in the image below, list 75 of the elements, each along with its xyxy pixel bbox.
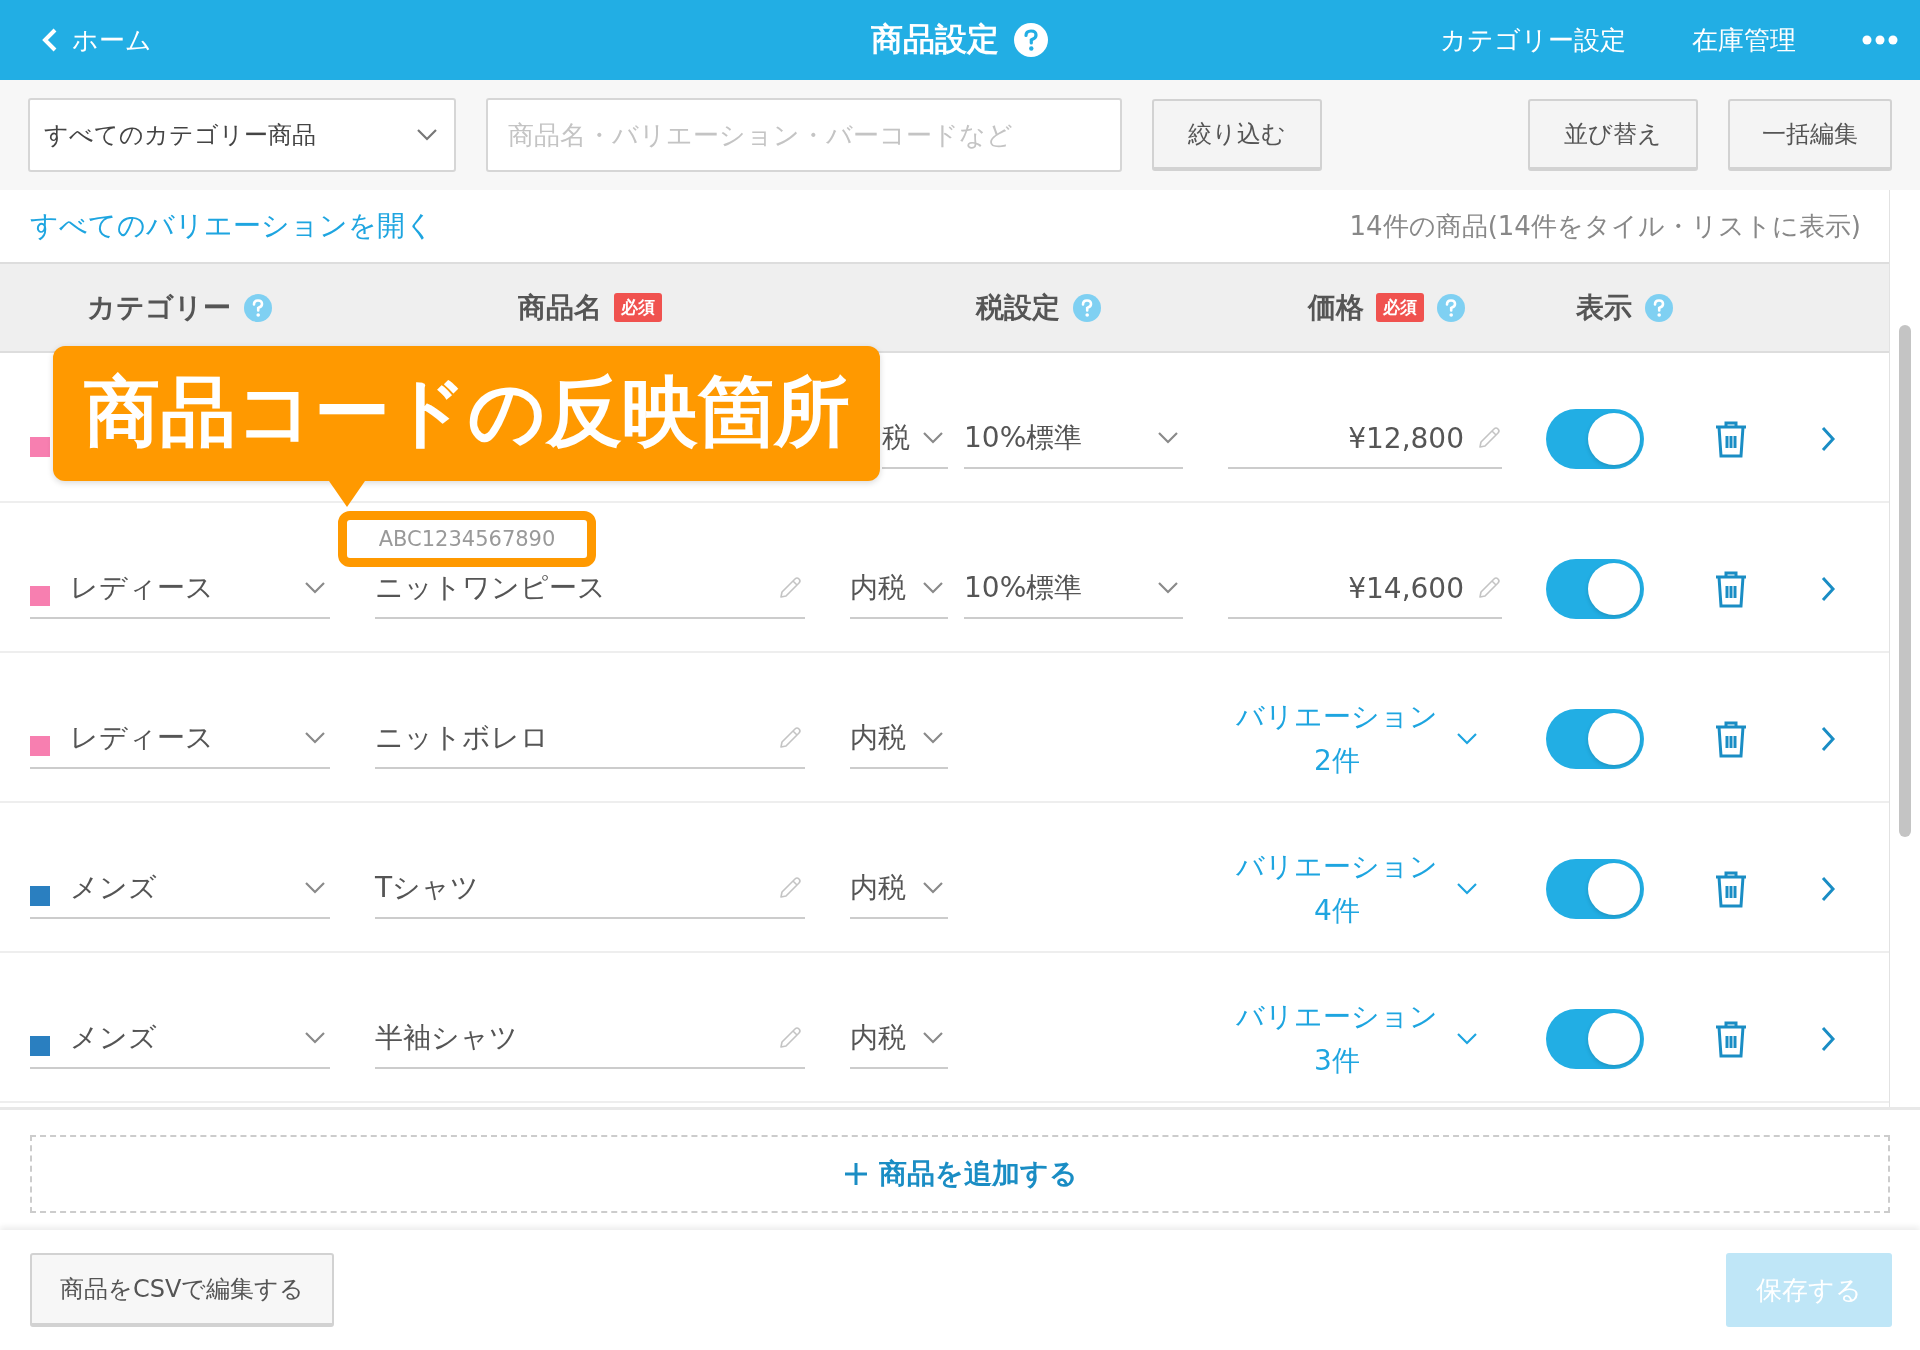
tax-rate-dropdown[interactable]: 10%標準	[964, 409, 1183, 469]
required-badge: 必須	[614, 293, 662, 322]
trash-icon[interactable]	[1713, 569, 1749, 609]
product-name-field[interactable]: 半袖シャツ	[375, 1009, 805, 1069]
pencil-icon	[777, 575, 803, 601]
chevron-down-icon	[1157, 431, 1179, 445]
bulk-edit-button[interactable]: 一括編集	[1728, 99, 1892, 171]
category-dropdown[interactable]: レディース	[30, 559, 330, 619]
callout: 商品コードの反映箇所	[53, 346, 880, 481]
chevron-down-icon	[1456, 882, 1478, 896]
search-field[interactable]: 商品名・バリエーション・バーコードなど	[486, 98, 1122, 172]
pencil-icon	[1476, 575, 1502, 601]
category-dropdown[interactable]: メンズ	[30, 1009, 330, 1069]
visibility-toggle[interactable]	[1546, 409, 1644, 469]
price-field[interactable]: ¥12,800	[1228, 409, 1502, 469]
chevron-down-icon	[416, 128, 438, 142]
column-header: 商品名	[518, 289, 602, 326]
chevron-down-icon	[922, 581, 944, 595]
tax-dropdown[interactable]: 税	[882, 409, 948, 469]
chevron-down-icon	[1456, 732, 1478, 746]
column-header: カテゴリー	[87, 289, 231, 326]
chevron-down-icon	[922, 731, 944, 745]
trash-icon[interactable]	[1713, 419, 1749, 459]
pencil-icon	[777, 725, 803, 751]
scrollbar-thumb[interactable]	[1899, 325, 1911, 837]
filter-button[interactable]: 絞り込む	[1152, 99, 1322, 171]
pencil-icon	[1476, 425, 1502, 451]
price-field[interactable]: ¥14,600	[1228, 559, 1502, 619]
column-header: 表示	[1576, 289, 1632, 326]
add-product-button[interactable]: 商品を追加する	[30, 1135, 1890, 1213]
chevron-right-icon[interactable]	[1820, 575, 1836, 603]
chevron-down-icon	[922, 881, 944, 895]
csv-edit-button[interactable]: 商品をCSVで編集する	[30, 1253, 335, 1327]
visibility-toggle[interactable]	[1546, 709, 1644, 769]
product-name-field[interactable]: Tシャツ	[375, 859, 805, 919]
tax-dropdown[interactable]: 内税	[850, 859, 948, 919]
column-header: 税設定	[976, 289, 1060, 326]
help-icon[interactable]	[1013, 22, 1049, 58]
tax-dropdown[interactable]: 内税	[850, 1009, 948, 1069]
visibility-toggle[interactable]	[1546, 1009, 1644, 1069]
more-icon[interactable]	[1862, 35, 1898, 45]
chevron-right-icon[interactable]	[1820, 875, 1836, 903]
plus-icon	[842, 1161, 869, 1187]
chevron-right-icon[interactable]	[1820, 425, 1836, 453]
tax-rate-dropdown[interactable]: 10%標準	[964, 559, 1183, 619]
column-header: 価格	[1308, 289, 1364, 326]
chevron-down-icon	[304, 881, 326, 895]
tax-dropdown[interactable]: 内税	[850, 709, 948, 769]
category-dropdown[interactable]: メンズ	[30, 859, 330, 919]
callout-pointer	[328, 481, 365, 507]
page-title: 商品設定	[871, 19, 999, 60]
trash-icon[interactable]	[1713, 869, 1749, 909]
tax-dropdown[interactable]: 内税	[850, 559, 948, 619]
chevron-down-icon	[304, 1031, 326, 1045]
chevron-down-icon	[922, 431, 944, 445]
trash-icon[interactable]	[1713, 1019, 1749, 1059]
pencil-icon	[777, 1025, 803, 1051]
product-name-field[interactable]: ニットボレロ	[375, 709, 805, 769]
sort-button[interactable]: 並び替え	[1528, 99, 1698, 171]
pencil-icon	[777, 875, 803, 901]
chevron-right-icon[interactable]	[1820, 725, 1836, 753]
category-dropdown[interactable]: すべてのカテゴリー商品	[28, 98, 456, 172]
chevron-down-icon	[304, 581, 326, 595]
product-count: 14件の商品(14件をタイル・リストに表示)	[1349, 209, 1861, 243]
chevron-down-icon	[1157, 581, 1179, 595]
chevron-right-icon[interactable]	[1820, 1025, 1836, 1053]
product-code-tooltip: ABC1234567890	[338, 511, 596, 567]
visibility-toggle[interactable]	[1546, 859, 1644, 919]
category-dropdown[interactable]: レディース	[30, 709, 330, 769]
required-badge: 必須	[1376, 293, 1424, 322]
chevron-down-icon	[1456, 1032, 1478, 1046]
trash-icon[interactable]	[1713, 719, 1749, 759]
visibility-toggle[interactable]	[1546, 559, 1644, 619]
chevron-down-icon	[922, 1031, 944, 1045]
chevron-down-icon	[304, 731, 326, 745]
